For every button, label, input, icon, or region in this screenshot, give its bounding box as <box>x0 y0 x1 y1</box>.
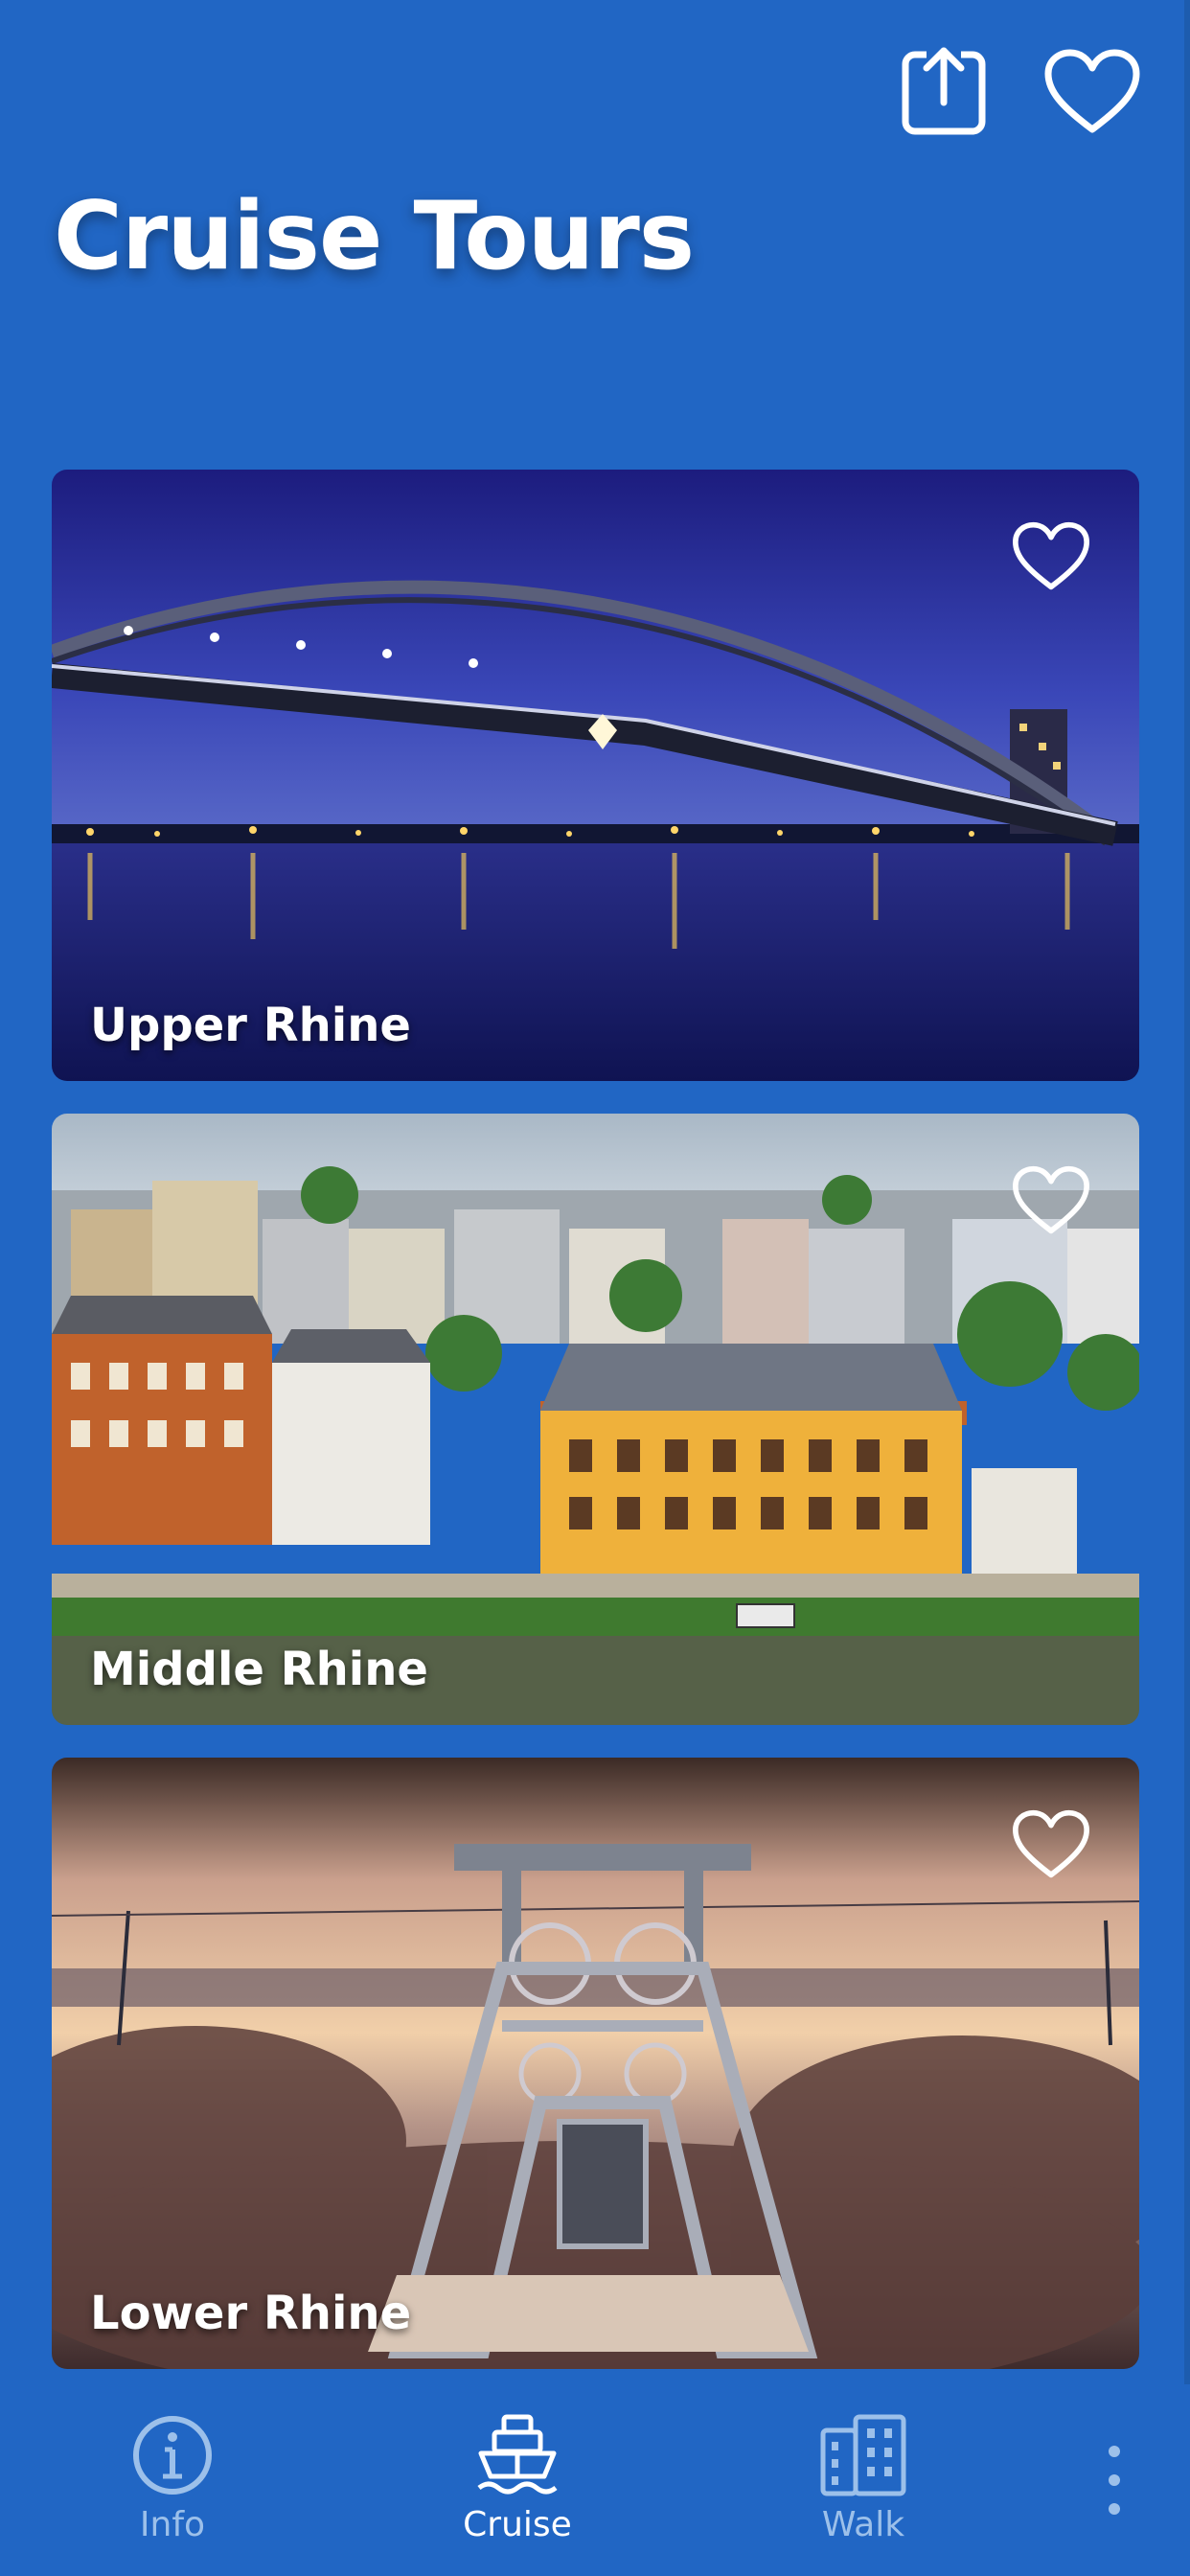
heart-outline-icon <box>1044 49 1140 133</box>
lower-rhine-image <box>52 1758 1139 2369</box>
ship-icon <box>477 2414 558 2495</box>
tour-card-upper-rhine[interactable]: Upper Rhine <box>52 470 1139 1081</box>
tour-card-lower-rhine[interactable]: Lower Rhine <box>52 1758 1139 2369</box>
buildings-icon <box>820 2414 906 2496</box>
upper-rhine-image <box>52 470 1139 1081</box>
tour-label: Middle Rhine <box>90 1643 428 1696</box>
tour-label: Upper Rhine <box>90 999 411 1052</box>
more-vertical-icon[interactable] <box>1097 2442 1132 2518</box>
heart-outline-icon[interactable] <box>1011 1807 1091 1880</box>
share-button[interactable] <box>891 38 996 144</box>
nav-label: Info <box>139 2505 206 2544</box>
share-icon <box>902 47 986 135</box>
tour-card-middle-rhine[interactable]: Middle Rhine <box>52 1114 1139 1725</box>
favorite-button[interactable] <box>1035 38 1150 144</box>
page-title: Cruise Tours <box>54 182 695 291</box>
bottom-navigation: Info Cruise Walk <box>0 2384 1190 2576</box>
nav-item-walk[interactable]: Walk <box>744 2384 983 2576</box>
heart-outline-icon[interactable] <box>1011 519 1091 592</box>
nav-item-cruise[interactable]: Cruise <box>398 2384 637 2576</box>
info-icon <box>133 2416 212 2495</box>
top-bar <box>0 0 1190 153</box>
nav-label: Cruise <box>463 2505 572 2544</box>
nav-label: Walk <box>821 2505 905 2544</box>
nav-item-info[interactable]: Info <box>53 2384 292 2576</box>
tour-label: Lower Rhine <box>90 2287 412 2340</box>
heart-outline-icon[interactable] <box>1011 1163 1091 1236</box>
edge-strip <box>1184 0 1190 2576</box>
middle-rhine-image <box>52 1114 1139 1725</box>
